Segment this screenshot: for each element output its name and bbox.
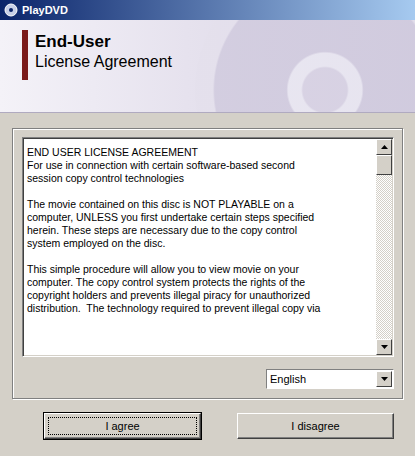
license-line: END USER LICENSE AGREEMENT xyxy=(27,146,374,159)
language-select[interactable]: English xyxy=(266,369,394,389)
license-line: herein. These steps are necessary due to… xyxy=(27,224,374,237)
eula-window: PlayDVD End-UserLicense Agreement END USER… xyxy=(0,0,415,456)
license-group: END USER LICENSE AGREEMENTFor use in con… xyxy=(12,128,403,399)
accent-bar xyxy=(22,30,28,80)
license-line: This simple procedure will allow you to … xyxy=(27,263,374,276)
scroll-down-button[interactable] xyxy=(376,339,392,355)
dialog-body: END USER LICENSE AGREEMENTFor use in con… xyxy=(0,113,415,456)
scrollbar[interactable] xyxy=(376,139,392,355)
header-text: End-UserLicense Agreement xyxy=(0,20,415,80)
dialog-button[interactable]: I disagree xyxy=(237,413,394,439)
scroll-thumb[interactable] xyxy=(376,155,392,175)
license-line: session copy control technologies xyxy=(27,172,374,185)
license-line: computer. The copy control system protec… xyxy=(27,276,374,289)
up-arrow-icon xyxy=(381,145,388,149)
disc-picture xyxy=(195,20,415,113)
disc-icon xyxy=(4,3,18,17)
language-row: English xyxy=(22,369,394,389)
header-titles: End-UserLicense Agreement xyxy=(35,30,172,80)
language-value: English xyxy=(270,373,376,385)
dropdown-button[interactable] xyxy=(376,371,392,387)
license-line: distribution. The technology required to… xyxy=(27,302,374,315)
title-bar: PlayDVD xyxy=(0,0,415,20)
down-arrow-icon xyxy=(381,377,388,381)
license-text: END USER LICENSE AGREEMENTFor use in con… xyxy=(23,138,376,356)
license-textbox[interactable]: END USER LICENSE AGREEMENTFor use in con… xyxy=(22,137,394,357)
down-arrow-icon xyxy=(381,345,388,349)
header-banner: End-UserLicense Agreement xyxy=(0,20,415,113)
header-subtitle: License Agreement xyxy=(35,52,172,72)
license-line: copyright holders and prevents illegal p… xyxy=(27,289,374,302)
scroll-up-button[interactable] xyxy=(376,139,392,155)
scroll-track[interactable] xyxy=(376,155,392,339)
license-line: The movie contained on this disc is NOT … xyxy=(27,198,374,211)
button-row: I agree I disagree xyxy=(12,413,403,439)
header-title: End-User xyxy=(35,32,172,52)
button-label: I disagree xyxy=(241,417,390,435)
button-label: I agree xyxy=(48,417,197,435)
license-line: system employed on the disc. xyxy=(27,237,374,250)
license-line: computer, UNLESS you first undertake cer… xyxy=(27,211,374,224)
dialog-button[interactable]: I agree xyxy=(44,413,201,439)
window-title: PlayDVD xyxy=(22,4,68,16)
license-line: For use in connection with certain softw… xyxy=(27,159,374,172)
